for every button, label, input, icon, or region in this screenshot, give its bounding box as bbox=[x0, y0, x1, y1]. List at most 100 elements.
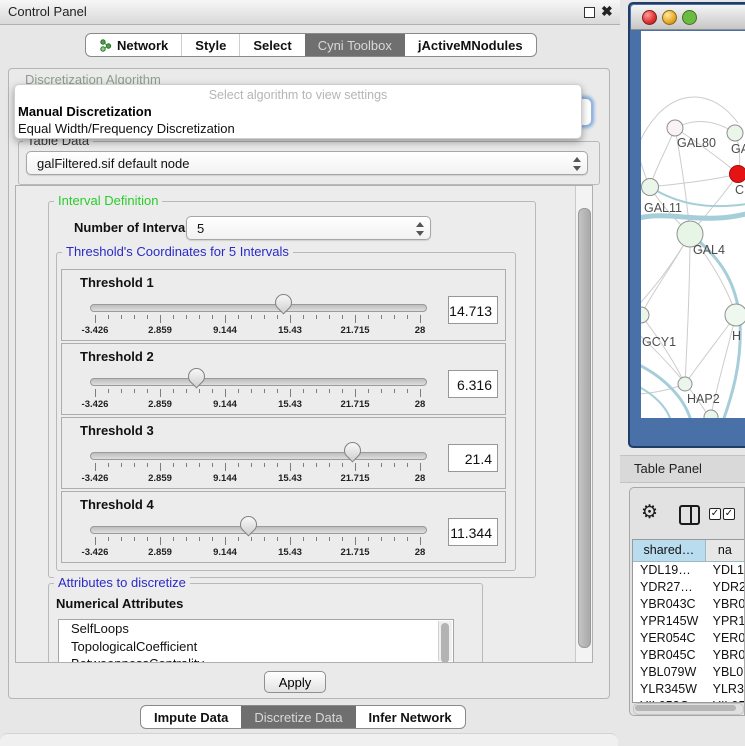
list-scrollbar[interactable] bbox=[438, 621, 452, 661]
table-data-selected: galFiltered.sif default node bbox=[37, 156, 189, 171]
tick-mark bbox=[95, 315, 96, 323]
network-edge[interactable] bbox=[685, 234, 690, 384]
tick-mark bbox=[108, 537, 109, 541]
interval-definition-title: Interval Definition bbox=[54, 194, 162, 208]
network-view-titlebar[interactable] bbox=[631, 5, 745, 30]
popup-option-manual[interactable]: Manual Discretization bbox=[18, 104, 152, 119]
slider-track[interactable] bbox=[90, 304, 427, 312]
tick-mark bbox=[199, 463, 200, 467]
number-of-intervals-combobox[interactable]: 5 bbox=[186, 216, 431, 240]
network-node-gal80[interactable] bbox=[667, 120, 683, 136]
apply-button[interactable]: Apply bbox=[264, 671, 326, 693]
combo-stepper-icon bbox=[415, 221, 424, 237]
network-node-gal11[interactable] bbox=[642, 179, 659, 196]
tick-mark bbox=[251, 389, 252, 393]
network-edge[interactable] bbox=[675, 122, 735, 133]
numerical-attributes-label: Numerical Attributes bbox=[56, 596, 183, 611]
network-edge[interactable] bbox=[641, 315, 685, 384]
bottom-tab-impute-data[interactable]: Impute Data bbox=[141, 706, 241, 728]
table-row[interactable]: YPR145WYPR145W bbox=[633, 613, 744, 630]
close-icon[interactable]: ✖ bbox=[601, 3, 613, 20]
threshold-value-field[interactable]: 14.713 bbox=[448, 296, 498, 324]
tab-jactivemnodules[interactable]: jActiveMNodules bbox=[405, 34, 536, 56]
threshold-value-field[interactable]: 6.316 bbox=[448, 370, 498, 398]
settings-scrollbar[interactable] bbox=[575, 186, 592, 662]
bottom-tab-discretize-data[interactable]: Discretize Data bbox=[241, 706, 355, 728]
tick-mark bbox=[368, 389, 369, 393]
tab-select[interactable]: Select bbox=[239, 34, 304, 56]
tick-mark bbox=[134, 315, 135, 319]
table-row[interactable]: YER054CYER054C bbox=[633, 630, 744, 647]
threshold-value-field[interactable]: 21.4 bbox=[448, 444, 498, 472]
attribute-item[interactable]: BetweennessCentrality bbox=[59, 655, 453, 663]
network-node-label: GAL11 bbox=[644, 201, 682, 215]
network-node-gcy1[interactable] bbox=[641, 307, 649, 323]
network-edge[interactable] bbox=[641, 234, 690, 315]
table-row[interactable]: YBR045CYBR045C bbox=[633, 647, 744, 664]
slider-track[interactable] bbox=[90, 378, 427, 386]
numerical-attributes-list: SelfLoopsTopologicalCoefficientBetweenne… bbox=[58, 619, 454, 663]
bottom-tab-infer-network[interactable]: Infer Network bbox=[356, 706, 465, 728]
tick-mark bbox=[368, 315, 369, 319]
tab-cyni-toolbox[interactable]: Cyni Toolbox bbox=[305, 34, 405, 56]
network-node-ga[interactable] bbox=[727, 125, 743, 141]
tick-mark bbox=[147, 537, 148, 541]
tick-mark bbox=[225, 389, 226, 397]
threshold-row-1: Threshold 1-3.4262.8599.14415.4321.71528… bbox=[61, 269, 506, 341]
column-header-1[interactable]: shared… bbox=[633, 540, 706, 561]
tick-mark bbox=[251, 537, 252, 541]
checkbox-icon[interactable]: ✓ bbox=[709, 508, 721, 520]
slider-track[interactable] bbox=[90, 452, 427, 460]
table-panel: ⚙ ✓ ✓ shared…naYDL19…YDL19YDR27…YDR27YBR… bbox=[629, 487, 745, 716]
threshold-value-field[interactable]: 11.344 bbox=[448, 518, 498, 546]
tick-label: 9.144 bbox=[203, 399, 247, 410]
table-row[interactable]: YDL19…YDL19 bbox=[633, 562, 744, 579]
tick-mark bbox=[121, 389, 122, 393]
column-header-2[interactable]: na bbox=[706, 540, 744, 561]
network-node-hap2[interactable] bbox=[678, 377, 692, 391]
network-canvas[interactable]: GAL80GACGAL11GAL4GCY1HHAP2 bbox=[641, 31, 745, 418]
network-node-h[interactable] bbox=[725, 304, 745, 326]
tick-mark bbox=[199, 537, 200, 541]
table-cell: YLR345W bbox=[633, 681, 706, 698]
gear-icon[interactable]: ⚙ bbox=[641, 501, 658, 524]
popup-option-equal-width[interactable]: Equal Width/Frequency Discretization bbox=[18, 121, 235, 136]
tab-style[interactable]: Style bbox=[181, 34, 239, 56]
table-row[interactable]: YBR043CYBR043C bbox=[633, 596, 744, 613]
network-edge[interactable] bbox=[685, 315, 736, 384]
tick-mark bbox=[342, 463, 343, 467]
tick-mark bbox=[186, 537, 187, 541]
checkbox-icon[interactable]: ✓ bbox=[723, 508, 735, 520]
network-edge[interactable] bbox=[650, 128, 675, 187]
attribute-item[interactable]: TopologicalCoefficient bbox=[59, 638, 453, 656]
tick-mark bbox=[394, 389, 395, 393]
float-window-icon[interactable] bbox=[584, 7, 595, 18]
network-node-c[interactable] bbox=[730, 166, 745, 183]
tick-mark bbox=[160, 537, 161, 545]
table-hscrollbar[interactable] bbox=[633, 703, 744, 715]
tick-mark bbox=[264, 463, 265, 467]
close-traffic-light-icon[interactable] bbox=[642, 10, 657, 25]
tick-label: 15.43 bbox=[268, 547, 312, 558]
network-edge[interactable] bbox=[650, 174, 738, 187]
minimize-traffic-light-icon[interactable] bbox=[662, 10, 677, 25]
tick-mark bbox=[277, 463, 278, 467]
tab-network[interactable]: Network bbox=[86, 34, 181, 56]
tick-mark bbox=[355, 389, 356, 397]
table-row[interactable]: YLR345WYLR345W bbox=[633, 681, 744, 698]
zoom-traffic-light-icon[interactable] bbox=[682, 10, 697, 25]
intervals-value: 5 bbox=[197, 221, 204, 236]
columns-icon[interactable] bbox=[679, 505, 700, 525]
settings-scrollbar-thumb[interactable] bbox=[578, 208, 591, 648]
tick-mark bbox=[277, 389, 278, 393]
tick-mark bbox=[316, 463, 317, 467]
table-row[interactable]: YBL079WYBL079W bbox=[633, 664, 744, 681]
attribute-item[interactable]: SelfLoops bbox=[59, 620, 453, 638]
table-cell: YBL079W bbox=[633, 664, 706, 681]
tick-mark bbox=[108, 315, 109, 319]
tick-mark bbox=[407, 537, 408, 541]
table-row[interactable]: YDR27…YDR27 bbox=[633, 579, 744, 596]
slider-track[interactable] bbox=[90, 526, 427, 534]
table-data-combobox[interactable]: galFiltered.sif default node bbox=[26, 151, 588, 175]
network-node[interactable] bbox=[704, 410, 718, 418]
